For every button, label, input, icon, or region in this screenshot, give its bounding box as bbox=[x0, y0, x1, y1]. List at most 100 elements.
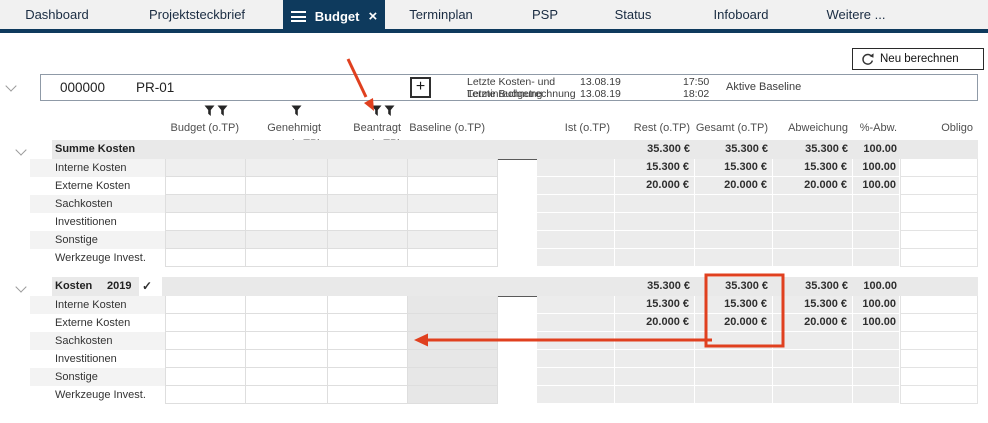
column-header-genehmigt[interactable]: Genehmigt (o.TP) bbox=[245, 120, 321, 150]
budget-input-cell[interactable] bbox=[166, 386, 246, 404]
beantragt-input-cell[interactable] bbox=[328, 332, 408, 350]
gesamt-cell: 15.300 € bbox=[695, 296, 773, 314]
column-header-pct-abw[interactable]: %-Abw. bbox=[853, 120, 897, 136]
budget-input-cell[interactable] bbox=[166, 314, 246, 332]
budget-input-cell[interactable] bbox=[166, 368, 246, 386]
section-collapse-chevron-icon[interactable] bbox=[15, 144, 27, 156]
pct-cell: 100.00 % bbox=[853, 296, 900, 327]
project-expand-chevron-icon[interactable] bbox=[5, 80, 17, 92]
column-header-obligo[interactable]: Obligo bbox=[900, 120, 973, 136]
hamburger-menu-icon[interactable] bbox=[290, 9, 306, 25]
total-rest: 35.300 € bbox=[647, 280, 690, 292]
beantragt-input-cell[interactable] bbox=[328, 296, 408, 314]
total-gesamt: 35.300 € bbox=[725, 143, 768, 155]
column-header-budget[interactable]: Budget (o.TP) bbox=[165, 120, 239, 136]
column-header-baseline[interactable]: Baseline (o.TP) bbox=[407, 120, 485, 136]
ist-cell bbox=[537, 386, 615, 404]
check-icon[interactable]: ✓ bbox=[142, 277, 152, 296]
section-year: 2019 bbox=[107, 280, 132, 292]
rest-cell: 15.300 € bbox=[615, 159, 695, 177]
budget-input-cell[interactable] bbox=[166, 296, 246, 314]
project-row[interactable]: 000000 PR-01 + Letzte Kosten- und Termin… bbox=[40, 74, 978, 101]
tab-weitere[interactable]: Weitere ... bbox=[816, 0, 896, 29]
recalculate-label: Neu berechnen bbox=[880, 53, 959, 65]
add-plus-button[interactable]: + bbox=[410, 77, 431, 98]
column-header-ist[interactable]: Ist (o.TP) bbox=[537, 120, 610, 136]
genehmigt-column-filters[interactable] bbox=[245, 103, 302, 117]
rest-cell bbox=[615, 249, 695, 267]
beantragt-input-cell[interactable] bbox=[328, 314, 408, 332]
row-label: Investitionen bbox=[55, 216, 117, 228]
genehmigt-input-cell[interactable] bbox=[246, 314, 328, 332]
active-baseline-label: Aktive Baseline bbox=[726, 81, 802, 93]
budget-input-cell[interactable] bbox=[166, 350, 246, 368]
beantragt-input-cell[interactable] bbox=[328, 350, 408, 368]
genehmigt-input-cell[interactable] bbox=[246, 386, 328, 404]
abweichung-cell: 15.300 € bbox=[773, 296, 853, 314]
column-header-abweichung[interactable]: Abweichung bbox=[773, 120, 848, 136]
column-header-gesamt[interactable]: Gesamt (o.TP) bbox=[695, 120, 768, 136]
filter-funnel-icon[interactable] bbox=[217, 105, 228, 117]
filter-funnel-icon[interactable] bbox=[291, 105, 302, 117]
beantragt-cell bbox=[328, 231, 408, 249]
abweichung-cell: 20.000 € bbox=[773, 177, 853, 195]
pct-cell: 100.00 % bbox=[853, 177, 900, 208]
abweichung-cell: 15.300 € bbox=[773, 159, 853, 177]
genehmigt-input-cell[interactable] bbox=[246, 368, 328, 386]
ist-cell bbox=[537, 213, 615, 231]
beantragt-column-filters[interactable] bbox=[327, 103, 395, 117]
tab-dashboard[interactable]: Dashboard bbox=[10, 0, 104, 29]
pct-cell bbox=[853, 332, 900, 350]
recalculate-button[interactable]: Neu berechnen bbox=[852, 48, 984, 70]
ist-cell bbox=[537, 249, 615, 267]
row-label: Externe Kosten bbox=[55, 180, 131, 192]
rest-cell bbox=[615, 231, 695, 249]
tab-budget-active[interactable]: Budget × bbox=[283, 0, 385, 33]
genehmigt-cell bbox=[246, 213, 328, 231]
beantragt-cell bbox=[328, 249, 408, 267]
beantragt-input-cell[interactable] bbox=[328, 368, 408, 386]
rest-cell bbox=[615, 332, 695, 350]
tabbar-underline bbox=[0, 29, 988, 33]
budget-input-cell[interactable] bbox=[166, 332, 246, 350]
ist-cell bbox=[537, 350, 615, 368]
tab-psp[interactable]: PSP bbox=[515, 0, 575, 29]
baseline-cell bbox=[408, 249, 498, 267]
tab-status[interactable]: Status bbox=[598, 0, 668, 29]
filter-funnel-icon[interactable] bbox=[384, 105, 395, 117]
beantragt-input-cell[interactable] bbox=[328, 386, 408, 404]
ist-cell bbox=[537, 231, 615, 249]
info-label: Letzte Budgetrechnung bbox=[467, 87, 576, 100]
refresh-icon bbox=[862, 52, 874, 65]
tab-terminplan[interactable]: Terminplan bbox=[391, 0, 491, 29]
filter-funnel-icon[interactable] bbox=[204, 105, 215, 117]
tab-infoboard[interactable]: Infoboard bbox=[701, 0, 781, 29]
genehmigt-cell bbox=[246, 177, 328, 195]
genehmigt-input-cell[interactable] bbox=[246, 296, 328, 314]
row-label: Externe Kosten bbox=[55, 317, 131, 329]
rest-cell: 15.300 € bbox=[615, 296, 695, 314]
genehmigt-cell bbox=[246, 159, 328, 177]
budget-column-filters[interactable] bbox=[165, 103, 228, 117]
section-header-row[interactable]: Summe Kosten 35.300 € 35.300 € 35.300 € … bbox=[30, 140, 978, 174]
info-label: Letzte Kosten- und Terminrechnung bbox=[467, 76, 556, 100]
abweichung-cell bbox=[773, 386, 853, 404]
column-header-rest[interactable]: Rest (o.TP) bbox=[615, 120, 690, 136]
filter-funnel-icon[interactable] bbox=[371, 105, 382, 117]
section-kosten-2019: Kosten 2019 ✓ 35.300 € 35.300 € 35.300 €… bbox=[15, 277, 978, 423]
tab-projektsteckbrief[interactable]: Projektsteckbrief bbox=[137, 0, 257, 29]
plan-input-cells bbox=[165, 296, 498, 404]
genehmigt-input-cell[interactable] bbox=[246, 332, 328, 350]
genehmigt-input-cell[interactable] bbox=[246, 350, 328, 368]
gesamt-cell bbox=[695, 249, 773, 267]
tab-close-icon[interactable]: × bbox=[369, 9, 378, 24]
genehmigt-cell bbox=[246, 249, 328, 267]
baseline-cell bbox=[408, 332, 498, 350]
column-header-beantragt[interactable]: Beantragt (o.TP) bbox=[327, 120, 401, 150]
section-header-row[interactable]: Kosten 2019 ✓ 35.300 € 35.300 € 35.300 €… bbox=[30, 277, 978, 311]
project-code: PR-01 bbox=[136, 80, 175, 95]
section-collapse-chevron-icon[interactable] bbox=[15, 281, 27, 293]
pct-cell bbox=[853, 195, 900, 213]
beantragt-cell bbox=[328, 177, 408, 195]
beantragt-cell bbox=[328, 213, 408, 231]
